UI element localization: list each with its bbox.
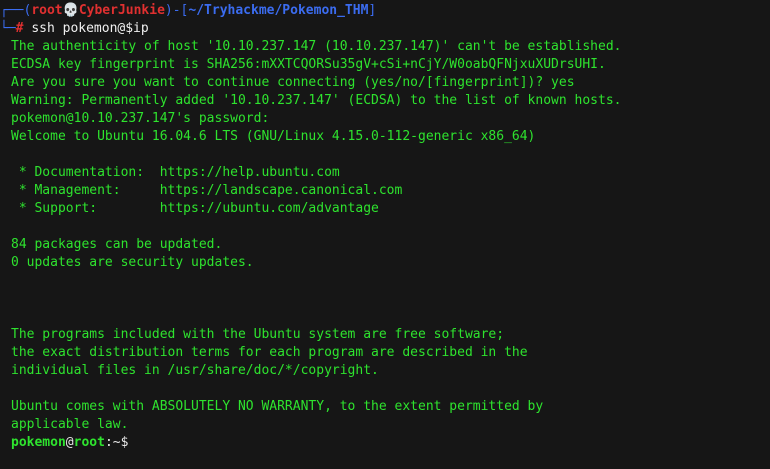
output-line: Are you sure you want to continue connec… <box>11 75 575 90</box>
prompt-separator: )-[ <box>164 3 189 18</box>
remote-prompt-dollar: $ <box>120 435 129 450</box>
prompt-bracket-close: ] <box>368 3 377 18</box>
output-line: Welcome to Ubuntu 16.04.6 LTS (GNU/Linux… <box>11 129 536 144</box>
prompt-path: ~/Tryhackme/Pokemon_THM <box>188 3 369 18</box>
remote-prompt-user: pokemon <box>11 435 66 450</box>
shell-prompt-header: ┌──(root💀CyberJunkie)-[~/Tryhackme/Pokem… <box>0 2 376 20</box>
prompt-user: root <box>31 3 63 18</box>
ssh-command: ssh pokemon@$ip <box>31 21 149 36</box>
skull-icon: 💀 <box>62 3 79 18</box>
output-line: pokemon@10.10.237.147's password: <box>11 111 270 126</box>
output-line: * Support: https://ubuntu.com/advantage <box>11 201 379 216</box>
prompt-hash: # <box>15 21 24 36</box>
remote-prompt-path: :~ <box>104 435 121 450</box>
output-line: The programs included with the Ubuntu sy… <box>11 327 505 342</box>
output-line: Warning: Permanently added '10.10.237.14… <box>11 93 622 108</box>
prompt-corner-bottom: └─ <box>0 21 16 36</box>
prompt-corner-top: ┌──( <box>0 3 32 18</box>
output-line: 84 packages can be updated. <box>11 237 223 252</box>
output-line: * Documentation: https://help.ubuntu.com <box>11 165 340 180</box>
terminal-window[interactable]: ┌──(root💀CyberJunkie)-[~/Tryhackme/Pokem… <box>0 0 770 469</box>
output-line: ECDSA key fingerprint is SHA256:mXXTCQOR… <box>11 57 606 72</box>
output-line: Ubuntu comes with ABSOLUTELY NO WARRANTY… <box>11 399 544 414</box>
prompt-host: CyberJunkie <box>78 3 165 18</box>
output-line: individual files in /usr/share/doc/*/cop… <box>11 363 379 378</box>
output-line: applicable law. <box>11 417 129 432</box>
output-line: * Management: https://landscape.canonica… <box>11 183 403 198</box>
remote-shell-prompt[interactable]: pokemon@root:~$ <box>11 434 128 452</box>
output-line: the exact distribution terms for each pr… <box>11 345 528 360</box>
output-line: 0 updates are security updates. <box>11 255 254 270</box>
remote-prompt-at: @ <box>65 435 74 450</box>
shell-command-line: └─# ssh pokemon@$ip <box>0 20 149 38</box>
output-line: The authenticity of host '10.10.237.147 … <box>11 39 622 54</box>
remote-prompt-host: root <box>73 435 105 450</box>
